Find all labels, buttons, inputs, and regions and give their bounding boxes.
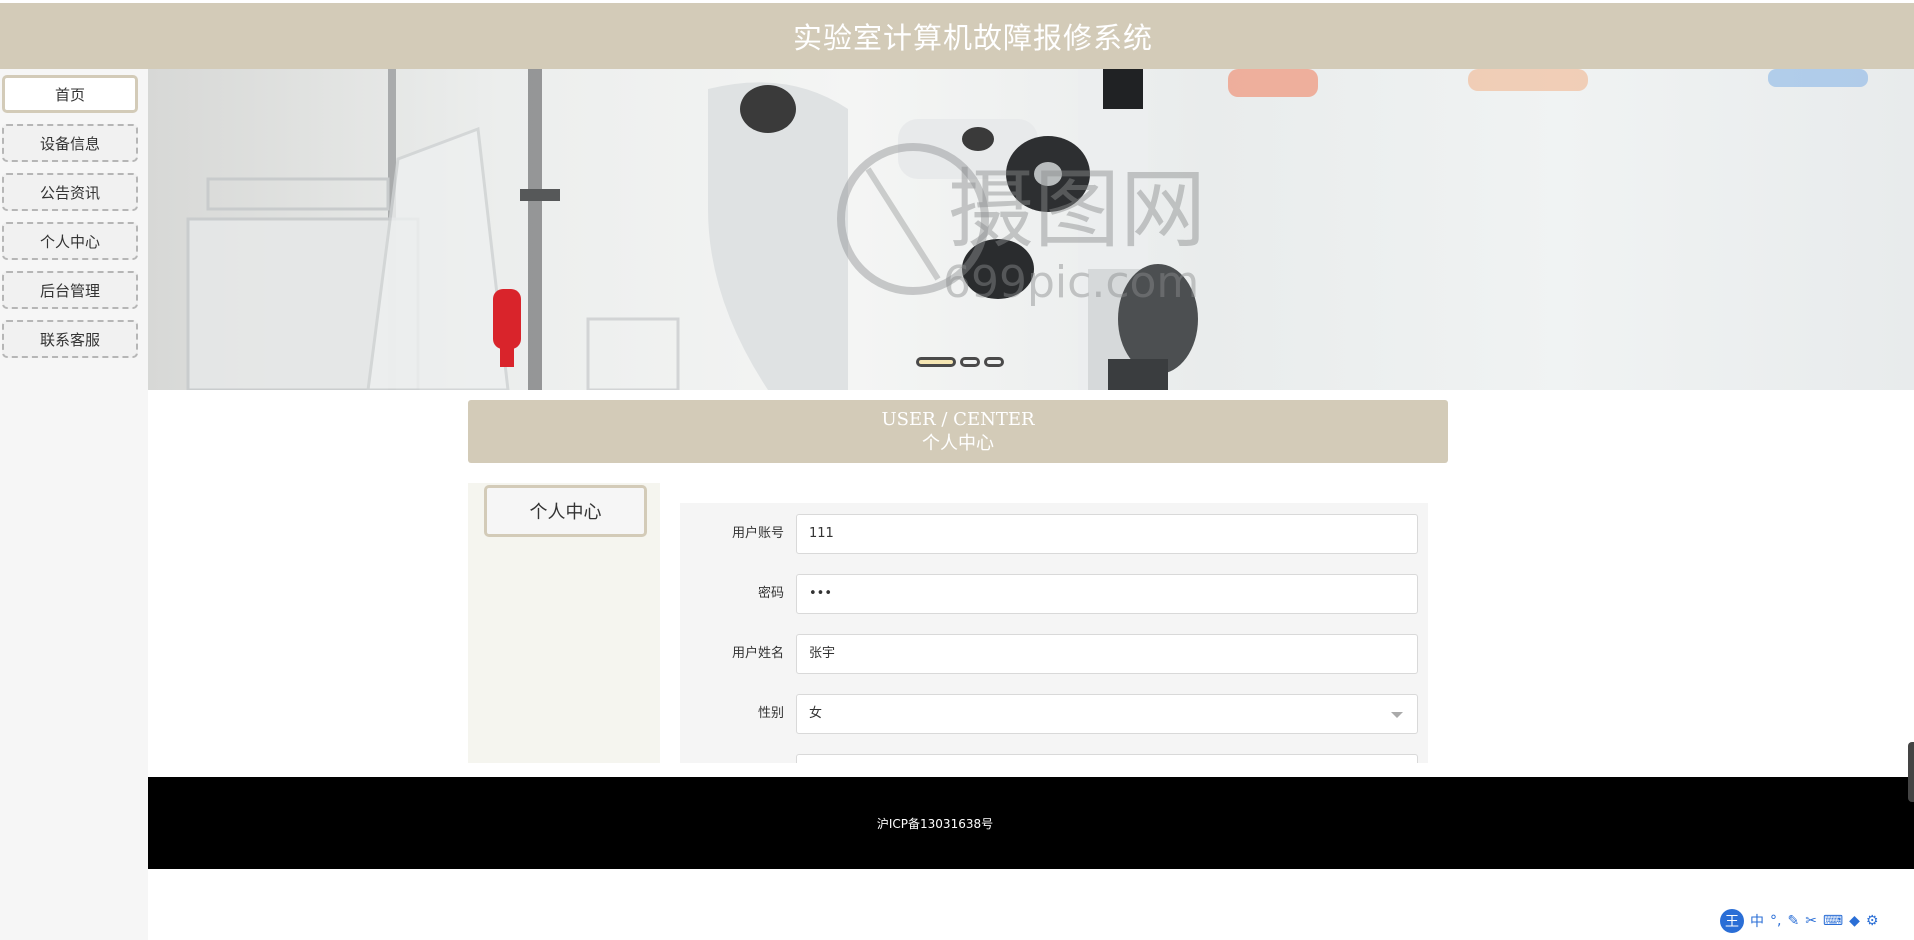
pen-icon[interactable]: ✎ bbox=[1787, 913, 1799, 929]
sidebar-item-equipment-info[interactable]: 设备信息 bbox=[2, 124, 138, 162]
personal-center-button[interactable]: 个人中心 bbox=[484, 485, 647, 537]
banner-carousel[interactable]: 摄图网 699pic.com bbox=[148, 69, 1914, 390]
user-center-title-cn: 个人中心 bbox=[922, 432, 994, 454]
user-center-menu: 个人中心 bbox=[468, 483, 660, 763]
carousel-dot[interactable] bbox=[916, 357, 956, 367]
footer: 沪ICP备13031638号 bbox=[148, 777, 1914, 869]
banner-watermark-domain: 699pic.com bbox=[943, 257, 1199, 308]
sidebar-item-label: 公告资讯 bbox=[39, 183, 100, 202]
carousel-indicators bbox=[916, 355, 1004, 369]
sidebar-item-customer-service[interactable]: 联系客服 bbox=[2, 320, 138, 358]
password-input[interactable]: ••• bbox=[796, 574, 1418, 614]
chevron-down-icon bbox=[1391, 712, 1403, 718]
scissors-icon[interactable]: ✂ bbox=[1805, 913, 1817, 929]
user-center-title-en: USER / CENTER bbox=[881, 408, 1035, 430]
user-center-header: USER / CENTER 个人中心 bbox=[468, 400, 1448, 463]
next-field-input[interactable] bbox=[796, 754, 1418, 763]
sidebar-item-label: 设备信息 bbox=[39, 134, 100, 153]
sidebar-item-personal-center[interactable]: 个人中心 bbox=[2, 222, 138, 260]
top-header-bar: 实验室计算机故障报修系统 bbox=[0, 3, 1914, 69]
name-input[interactable]: 张宇 bbox=[796, 634, 1418, 674]
gender-label: 性别 bbox=[757, 706, 784, 721]
site-title: 实验室计算机故障报修系统 bbox=[792, 21, 1153, 55]
sidebar-item-label: 个人中心 bbox=[39, 232, 100, 251]
ime-toolbar[interactable]: 王 中 °, ✎ ✂ ⌨ ◆ ⚙ bbox=[1720, 909, 1879, 933]
banner-image: 摄图网 699pic.com bbox=[186, 69, 1868, 390]
ime-logo-icon[interactable]: 王 bbox=[1720, 909, 1744, 933]
carousel-dot[interactable] bbox=[984, 357, 1004, 367]
icp-record: 沪ICP备13031638号 bbox=[876, 816, 994, 831]
sidebar-nav: 首页 设备信息 公告资讯 个人中心 后台管理 联系客服 bbox=[0, 69, 148, 940]
form-row-gender: 性别 女 bbox=[680, 694, 1428, 734]
sidebar-item-label: 联系客服 bbox=[39, 330, 100, 349]
password-label: 密码 bbox=[757, 586, 784, 601]
gender-select[interactable]: 女 bbox=[796, 694, 1418, 734]
sidebar-item-label: 后台管理 bbox=[39, 281, 100, 300]
sidebar-item-home[interactable]: 首页 bbox=[2, 75, 138, 113]
shirt-icon[interactable]: ◆ bbox=[1849, 913, 1860, 929]
keyboard-icon[interactable]: ⌨ bbox=[1823, 913, 1843, 929]
sidebar-item-label: 首页 bbox=[54, 85, 85, 104]
carousel-dot[interactable] bbox=[960, 357, 980, 367]
name-label: 用户姓名 bbox=[731, 646, 784, 661]
account-label: 用户账号 bbox=[731, 526, 784, 541]
side-float-tab[interactable] bbox=[1908, 742, 1914, 802]
form-row-password: 密码 ••• bbox=[680, 574, 1428, 614]
ime-mode-indicator[interactable]: 中 bbox=[1750, 911, 1764, 931]
form-row-next bbox=[680, 754, 1428, 763]
form-row-name: 用户姓名 张宇 bbox=[680, 634, 1428, 674]
sidebar-item-announcements[interactable]: 公告资讯 bbox=[2, 173, 138, 211]
sidebar-item-admin[interactable]: 后台管理 bbox=[2, 271, 138, 309]
form-row-account: 用户账号 111 bbox=[680, 514, 1428, 554]
account-input[interactable]: 111 bbox=[796, 514, 1418, 554]
profile-form: 用户账号 111 密码 ••• 用户姓名 张宇 性别 女 bbox=[680, 503, 1428, 763]
gear-icon[interactable]: ⚙ bbox=[1866, 913, 1879, 929]
banner-watermark: 摄图网 bbox=[948, 160, 1206, 260]
punctuation-icon[interactable]: °, bbox=[1770, 913, 1781, 929]
gender-select-value: 女 bbox=[809, 706, 823, 721]
